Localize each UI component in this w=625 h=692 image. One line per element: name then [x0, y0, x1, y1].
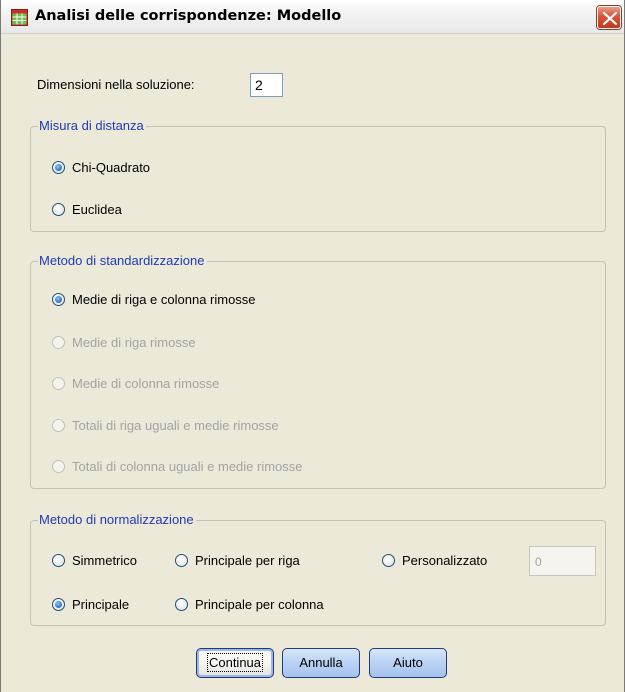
radio-custom[interactable]	[382, 554, 395, 567]
distance-legend: Misura di distanza	[38, 118, 146, 133]
radio-row-col-means-label[interactable]: Medie di riga e colonna rimosse	[72, 292, 256, 307]
radio-principal[interactable]	[52, 598, 65, 611]
radio-col-totals-label: Totali di colonna uguali e medie rimosse	[72, 459, 303, 474]
window-title: Analisi delle corrispondenze: Modello	[35, 8, 342, 24]
radio-row-totals-label: Totali di riga uguali e medie rimosse	[72, 418, 279, 433]
radio-row-principal[interactable]	[175, 554, 188, 567]
normalization-legend: Metodo di normalizzazione	[38, 512, 196, 527]
radio-chi-square[interactable]	[52, 161, 65, 174]
continue-button[interactable]: Continua	[196, 648, 274, 678]
standardization-legend: Metodo di standardizzazione	[38, 253, 207, 268]
dimensions-label: Dimensioni nella soluzione:	[37, 77, 195, 92]
radio-row-means-label: Medie di riga rimosse	[72, 335, 196, 350]
radio-col-means	[52, 377, 65, 390]
radio-col-principal-label[interactable]: Principale per colonna	[195, 597, 324, 612]
radio-row-col-means[interactable]	[52, 293, 65, 306]
close-icon	[602, 11, 618, 26]
radio-col-means-label: Medie di colonna rimosse	[72, 376, 220, 391]
radio-custom-label[interactable]: Personalizzato	[402, 553, 487, 568]
radio-principal-label[interactable]: Principale	[72, 597, 129, 612]
dimensions-input[interactable]: 2	[250, 73, 283, 97]
dialog-window: Analisi delle corrispondenze: Modello Di…	[0, 0, 625, 692]
radio-row-principal-label[interactable]: Principale per riga	[195, 553, 300, 568]
radio-row-means	[52, 336, 65, 349]
close-button[interactable]	[597, 6, 621, 29]
cancel-button-label: Annulla	[299, 655, 343, 670]
help-button[interactable]: Aiuto	[369, 648, 447, 678]
radio-euclidean-label[interactable]: Euclidea	[72, 202, 122, 217]
radio-euclidean[interactable]	[52, 203, 65, 216]
radio-symmetric[interactable]	[52, 554, 65, 567]
radio-chi-square-label[interactable]: Chi-Quadrato	[72, 160, 150, 175]
custom-value-input: 0	[529, 546, 596, 576]
radio-symmetric-label[interactable]: Simmetrico	[72, 553, 137, 568]
radio-col-principal[interactable]	[175, 598, 188, 611]
continue-button-label: Continua	[206, 653, 264, 672]
title-bar[interactable]: Analisi delle corrispondenze: Modello	[1, 0, 624, 34]
table-app-icon	[11, 9, 28, 26]
radio-row-totals	[52, 419, 65, 432]
radio-col-totals	[52, 460, 65, 473]
help-button-label: Aiuto	[393, 655, 423, 670]
cancel-button[interactable]: Annulla	[282, 648, 360, 678]
